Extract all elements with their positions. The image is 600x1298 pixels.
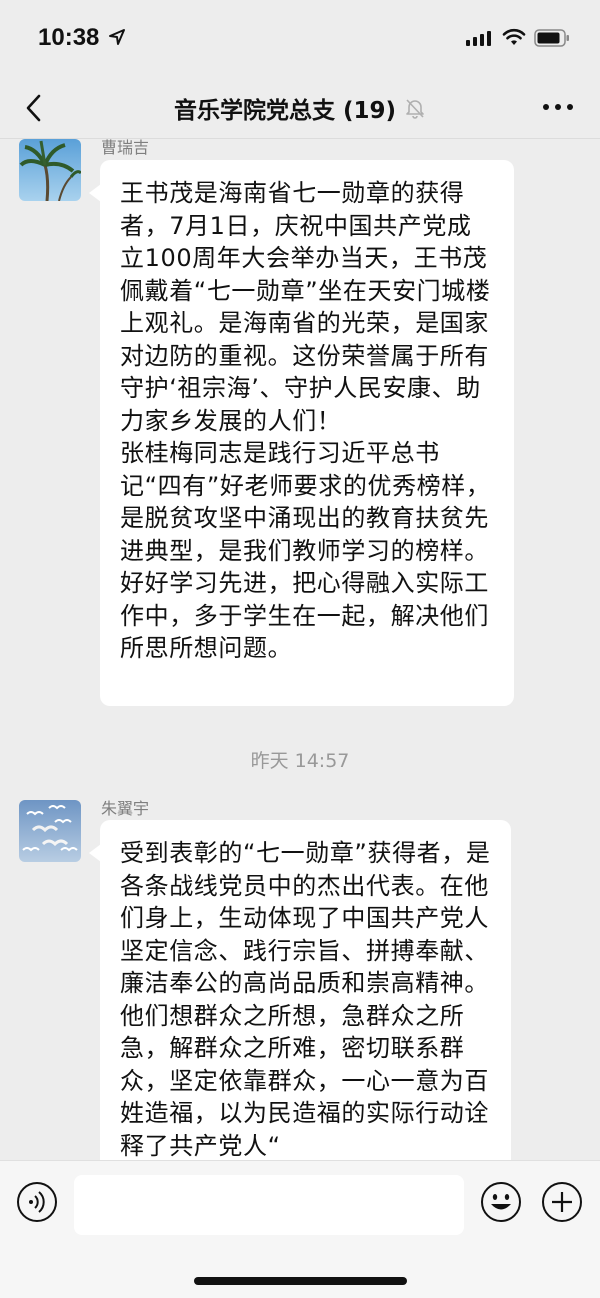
message-text: 好好学习先进，把心得融入实际工作中，多于学生在一起，解决他们所思所想问题。 (120, 569, 489, 662)
title-wrap: 音乐学院党总支 (19) (0, 78, 600, 138)
signal-icon (466, 31, 491, 46)
battery-icon (534, 29, 569, 47)
message-text: 王书茂是海南省七一勋章的获得者，7月1日，庆祝中国共产党成立100周年大会举办当… (120, 179, 491, 435)
input-bar (0, 1160, 600, 1298)
sender-name: 朱翼宇 (101, 799, 150, 818)
mute-bell-icon (406, 99, 424, 119)
location-arrow-icon (109, 29, 125, 45)
home-indicator (194, 1277, 407, 1285)
status-bar: 10:38 (0, 0, 600, 78)
avatar[interactable] (19, 139, 81, 201)
chat-timestamp: 昨天 14:57 (250, 750, 350, 772)
nav-bar: 音乐学院党总支 (19) (0, 78, 600, 139)
message-bubble[interactable]: 王书茂是海南省七一勋章的获得者，7月1日，庆祝中国共产党成立100周年大会举办当… (89, 160, 514, 706)
more-icon[interactable] (542, 102, 574, 112)
emoji-icon[interactable] (480, 1181, 522, 1223)
status-time: 10:38 (38, 24, 100, 51)
sender-name: 曹瑞吉 (101, 139, 150, 157)
wifi-icon (502, 28, 526, 45)
message-bubble[interactable]: 受到表彰的“七一勋章”获得者，是各条战线党员中的杰出代表。在他们身上，生动体现了… (89, 820, 511, 1160)
chat-area[interactable]: 曹瑞吉 王书茂是海南省七一勋章的获得者，7月1日，庆祝中国共产党成立100周年大… (0, 139, 600, 1160)
palm-tree-avatar-image (19, 139, 81, 201)
message-text: 张桂梅同志是践行习近平总书记“四有”好老师要求的优秀榜样，是脱贫攻坚中涌现出的教… (120, 439, 491, 565)
message-text: 受到表彰的“七一勋章”获得者，是各条战线党员中的杰出代表。在他们身上，生动体现了… (120, 839, 491, 1160)
chat-title[interactable]: 音乐学院党总支 (19) (174, 91, 396, 125)
plus-icon[interactable] (541, 1181, 583, 1223)
avatar[interactable] (19, 800, 81, 862)
message-input[interactable] (74, 1175, 464, 1235)
birds-avatar-image (19, 800, 81, 862)
voice-icon[interactable] (16, 1181, 58, 1223)
